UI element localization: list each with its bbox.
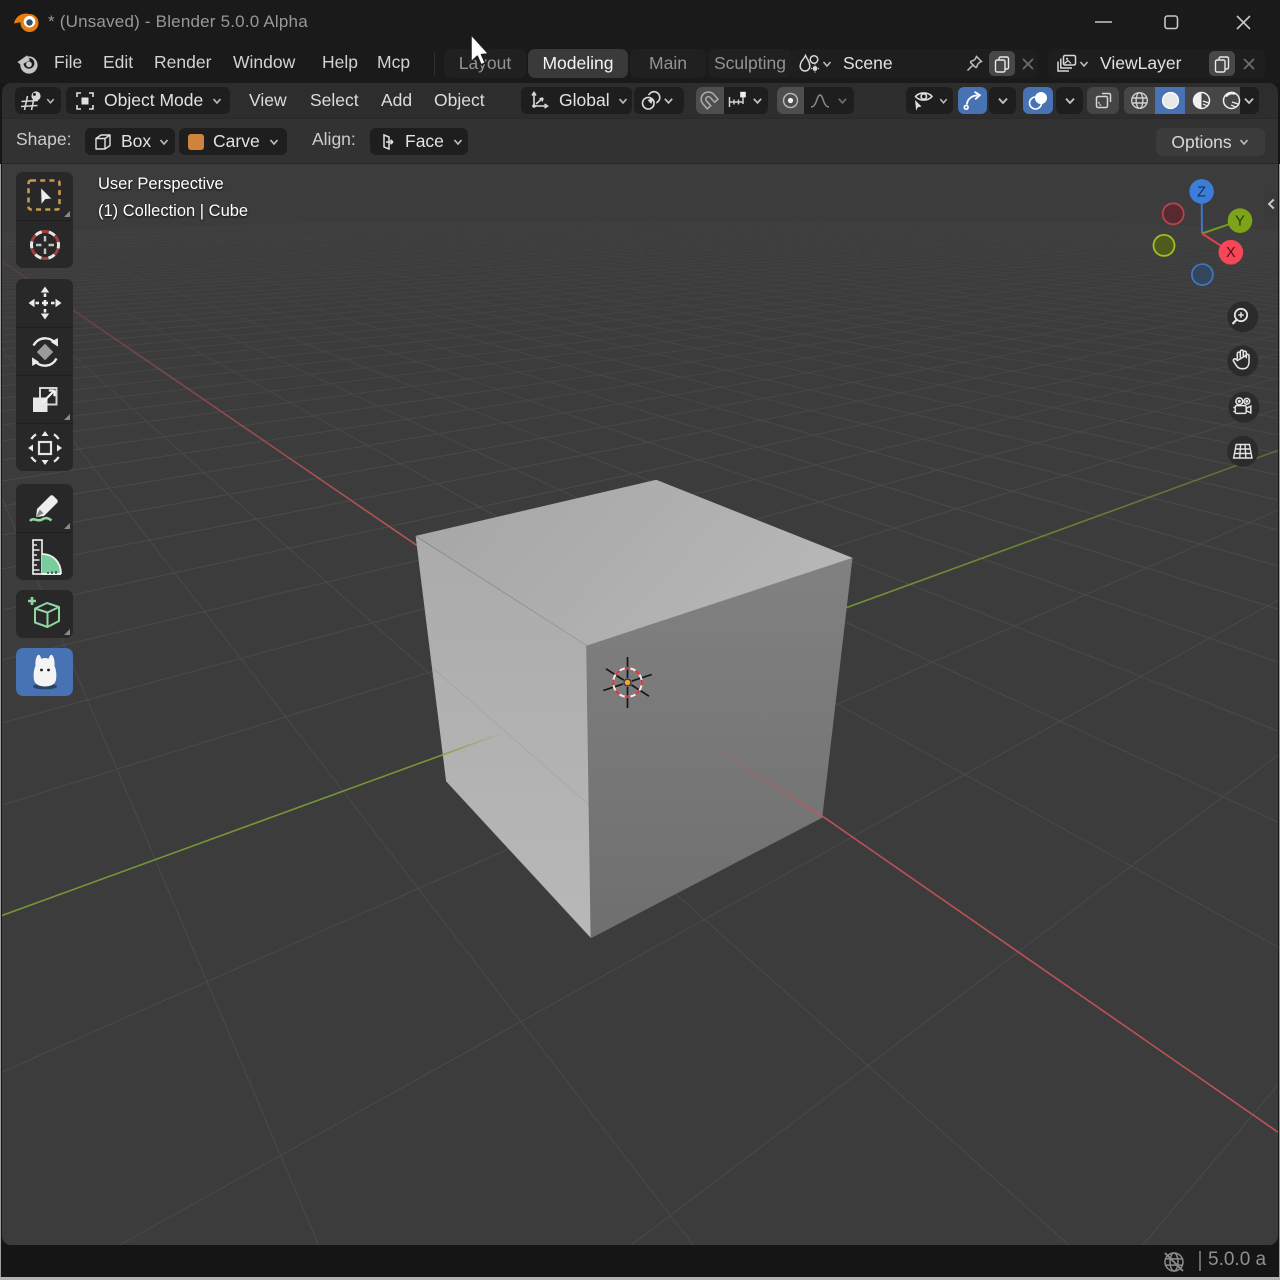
svg-text:Y: Y: [1235, 214, 1245, 230]
svg-text:Z: Z: [1197, 184, 1206, 200]
svg-text:X: X: [1226, 245, 1236, 261]
